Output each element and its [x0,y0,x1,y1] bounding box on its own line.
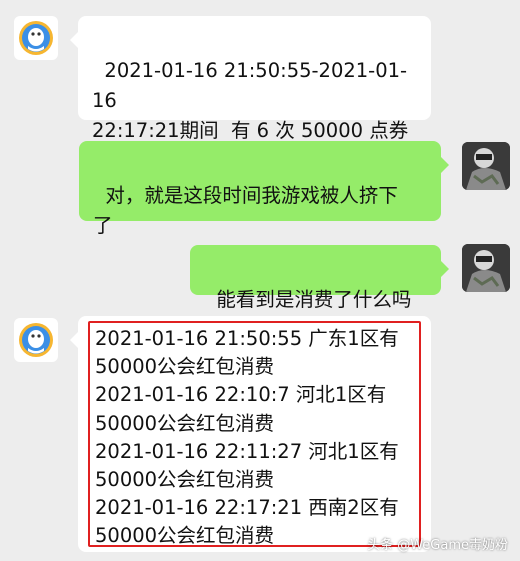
user-photo-avatar [462,142,510,190]
record-line: 50000公会红包消费 [95,411,275,435]
record-line: 50000公会红包消费 [95,355,275,379]
consumption-records: 2021-01-16 21:50:55 广东1区有 50000公会红包消费 20… [95,325,399,551]
qq-penguin-icon [19,323,53,357]
record-line: 50000公会红包消费 [95,468,275,492]
record-line: 2021-01-16 22:10:7 河北1区有 [95,383,387,407]
bot-avatar[interactable] [14,318,58,362]
user-avatar[interactable] [462,142,510,190]
message-bubble-incoming[interactable]: 2021-01-16 21:50:55-2021-01-16 22:17:21期… [70,16,431,172]
user-avatar[interactable] [462,244,510,292]
record-line: 2021-01-16 22:17:21 西南2区有 [95,496,399,520]
record-line: 2021-01-16 22:11:27 河北1区有 [95,439,399,463]
message-bubble-outgoing[interactable]: 对，就是这段时间我游戏被人挤下 了 [79,141,449,237]
watermark: 头条 @WeGame毒奶粉 [367,538,508,553]
qq-penguin-icon [19,21,53,55]
bot-avatar[interactable] [14,16,58,60]
record-line: 50000公会红包消费 [95,524,275,548]
record-line: 2021-01-16 21:50:55 广东1区有 [95,327,399,350]
message-text: 能看到是消费了什么吗 [216,288,412,311]
message-text: 对，就是这段时间我游戏被人挤下 了 [93,184,398,237]
user-photo-avatar [462,244,510,292]
message-bubble-outgoing[interactable]: 能看到是消费了什么吗 [190,245,449,311]
